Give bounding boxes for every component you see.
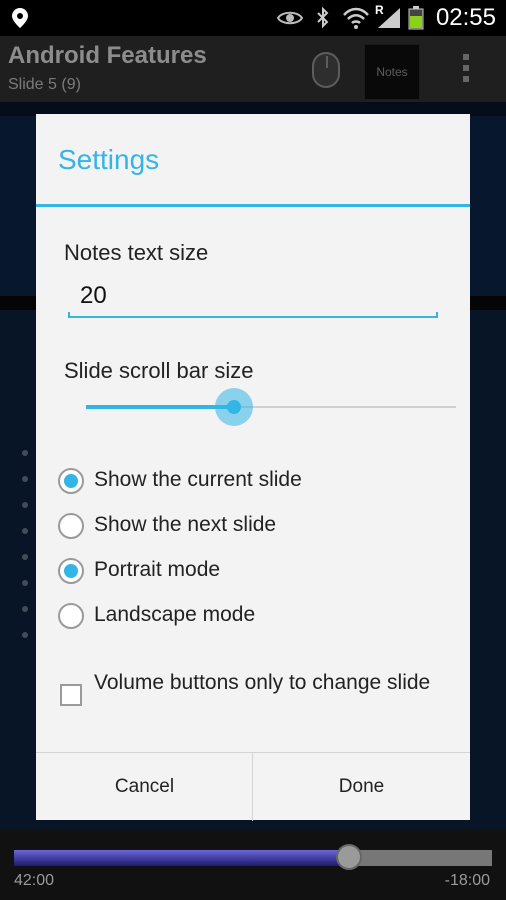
radio-label: Landscape mode [94,603,256,626]
volume-buttons-label: Volume buttons only to change slide [94,671,431,694]
dialog-button-bar: Cancel Done [36,752,470,821]
signal-roaming-icon [378,8,400,28]
seek-fill [14,850,349,866]
dialog-title: Settings [58,144,160,175]
remaining-time: -18:00 [444,872,490,889]
elapsed-time: 42:00 [14,872,55,889]
bluetooth-icon [317,6,329,29]
status-clock: 02:55 [435,4,496,31]
radio-button[interactable] [58,513,84,539]
volume-buttons-checkbox[interactable] [60,684,82,706]
wifi-icon [343,7,369,29]
notes-text-size-label: Notes text size [64,240,209,265]
radio-show-next-slide[interactable]: Show the next slide [58,509,458,545]
radio-button[interactable] [58,468,84,494]
done-button[interactable]: Done [253,753,470,821]
presentation-seek-bar[interactable] [14,844,492,870]
notes-text-size-underline [68,312,438,318]
playback-bar: 42:00 -18:00 [0,830,506,900]
volume-buttons-option[interactable]: Volume buttons only to change slide [58,670,458,730]
battery-icon [408,6,424,30]
dialog-title-divider [36,204,470,207]
location-icon [12,8,28,28]
radio-landscape-mode[interactable]: Landscape mode [58,599,458,635]
radio-label: Show the current slide [94,468,302,491]
notes-text-size-input[interactable]: 20 [68,278,438,320]
status-bar: R 02:55 [0,0,506,36]
radio-button[interactable] [58,603,84,629]
radio-button[interactable] [58,558,84,584]
radio-portrait-mode[interactable]: Portrait mode [58,554,458,590]
slide-scroll-bar-label: Slide scroll bar size [64,358,254,383]
radio-label: Portrait mode [94,558,221,581]
settings-dialog: Settings Notes text size 20 Slide scroll… [36,114,470,821]
radio-show-current-slide[interactable]: Show the current slide [58,464,458,500]
radio-label: Show the next slide [94,513,277,536]
slider-fill [86,405,234,409]
slider-thumb[interactable] [215,388,253,426]
seek-thumb[interactable] [335,844,362,870]
scroll-bar-size-slider[interactable] [86,388,456,426]
cancel-button[interactable]: Cancel [36,753,253,821]
eye-icon [276,11,304,25]
